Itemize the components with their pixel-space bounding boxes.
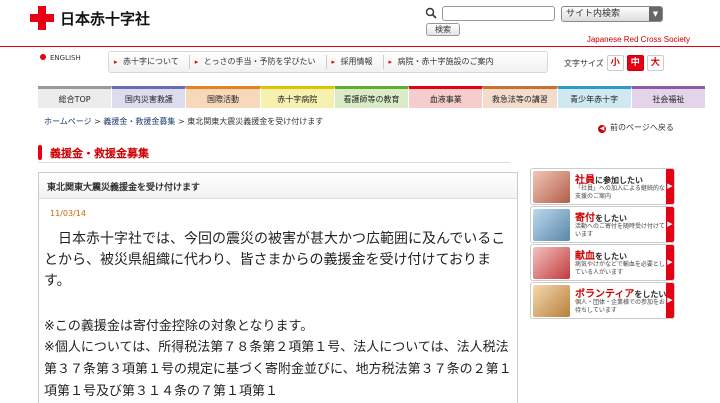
banner-blood-title: 献血をしたい [575,251,627,262]
breadcrumb-sep: > [175,117,188,126]
english-link[interactable]: ENGLISH [40,54,81,62]
banner-volunteer[interactable]: ボランティアをしたい 個人・団体・企業様での参加をお待ちしています ▶ [530,282,675,319]
banner-member-title: 社員に参加したい [575,175,643,186]
jrcs-logo[interactable]: 日本赤十字社 [30,6,150,30]
banner-volunteer-image [533,285,570,317]
gnav-item-international[interactable]: 国際活動 [186,86,261,108]
article-date: 11/03/14 [50,209,86,218]
banner-donate-image [533,209,570,241]
banner-blood-desc: 病気やけがなどで輸血を必要としている人がいます [575,261,665,276]
gnav-item-hospitals[interactable]: 赤十字病院 [260,86,335,108]
gnav-item-welfare[interactable]: 社会福祉 [631,86,705,108]
gnav-item-blood[interactable]: 血液事業 [409,86,484,108]
banner-volunteer-desc: 個人・団体・企業様での参加をお待ちしています [575,299,666,314]
banner-member-desc: 「社員」への加入による継続的な支援のご案内 [575,185,665,200]
search-input[interactable] [442,6,555,21]
gnav-item-youth[interactable]: 青少年赤十字 [557,86,632,108]
breadcrumb-current: 東北関東大震災義援金を受け付けます [187,117,324,126]
banner-donate-title: 寄付をしたい [575,213,627,224]
chevron-right-icon: ▶ [666,207,674,242]
subnav-item-first-aid[interactable]: とっさの手当・予防を学びたい [190,55,327,69]
article-header: 東北関東大震災義援金を受け付けます [39,173,517,199]
page-title: 義援金・救援金募集 [50,147,149,160]
site-search-select[interactable]: サイト内検索 ▼ [561,6,663,22]
search-button[interactable]: 検索 [426,23,460,36]
subnav-item-hospitals[interactable]: 病院・赤十字施設のご案内 [384,55,504,69]
breadcrumb-sep: > [91,117,104,126]
subnav-item-about[interactable]: 赤十字について [109,55,190,69]
article-note-individual: ※個人については、所得税法第７８条第２項第１号、法人については、法人税法第３７条… [44,340,512,399]
banner-donate-desc: 活動へのご寄付を随時受け付けています [575,223,666,238]
utility-nav: 赤十字について とっさの手当・予防を学びたい 採用情報 病院・赤十字施設のご案内 [108,51,548,73]
font-size-medium-button[interactable]: 中 [626,55,644,71]
global-nav: 総合TOP 国内災害救護 国際活動 赤十字病院 看護師等の教育 血液事業 救急法… [38,86,705,108]
breadcrumb-home[interactable]: ホームページ [44,117,92,126]
breadcrumb-donation[interactable]: 義援金・救援金募集 [103,117,175,126]
page-title-bar: 義援金・救援金募集 [38,141,510,163]
banner-volunteer-title: ボランティアをしたい [575,289,667,300]
banner-blood-image [533,247,570,279]
article-body: 日本赤十字社では、今回の震災の被害が甚大かつ広範囲に及んでいることから、被災県組… [44,231,506,289]
article-note-tax: ※この義援金は寄付金控除の対象となります。 [44,319,314,334]
tagline: Japanese Red Cross Society [586,35,690,44]
back-arrow-icon: ◀ [598,125,606,133]
breadcrumb: ホームページ > 義援金・救援金募集 > 東北関東大震災義援金を受け付けます [44,116,323,127]
font-size-label: 文字サイズ [564,58,604,68]
header-divider [0,46,720,47]
red-cross-logo-icon [30,6,54,30]
back-link-label: 前のページへ戻る [610,123,674,132]
font-size-large-button[interactable]: 大 [646,55,664,71]
chevron-down-icon: ▼ [649,7,662,21]
english-label: ENGLISH [50,54,81,62]
banner-member[interactable]: 社員に参加したい 「社員」への加入による継続的な支援のご案内 ▶ [530,168,675,205]
bullet-icon [40,54,46,60]
logo-text: 日本赤十字社 [60,9,151,28]
chevron-right-icon: ▶ [666,169,674,204]
font-size-switcher: 文字サイズ 小 中 大 [564,55,664,71]
gnav-item-domestic-relief[interactable]: 国内災害救護 [112,86,187,108]
chevron-right-icon: ▶ [666,283,674,318]
gnav-item-nursing[interactable]: 看護師等の教育 [334,86,410,108]
back-link[interactable]: ◀ 前のページへ戻る [598,122,674,133]
article-heading: 東北関東大震災義援金を受け付けます [47,183,201,193]
gnav-item-training[interactable]: 救急法等の講習 [483,86,558,108]
gnav-item-top[interactable]: 総合TOP [38,86,113,108]
title-accent-bar [38,145,42,160]
article-box: 東北関東大震災義援金を受け付けます 11/03/14 日本赤十字社では、今回の震… [38,172,518,403]
banner-member-image [533,171,570,203]
banner-blood[interactable]: 献血をしたい 病気やけがなどで輸血を必要としている人がいます ▶ [530,244,675,281]
font-size-small-button[interactable]: 小 [606,55,624,71]
banner-donate[interactable]: 寄付をしたい 活動へのご寄付を随時受け付けています ▶ [530,206,675,243]
subnav-item-recruit[interactable]: 採用情報 [327,55,384,69]
chevron-right-icon: ▶ [666,245,674,280]
search-icon [425,7,437,19]
site-select-label: サイト内検索 [566,9,621,19]
